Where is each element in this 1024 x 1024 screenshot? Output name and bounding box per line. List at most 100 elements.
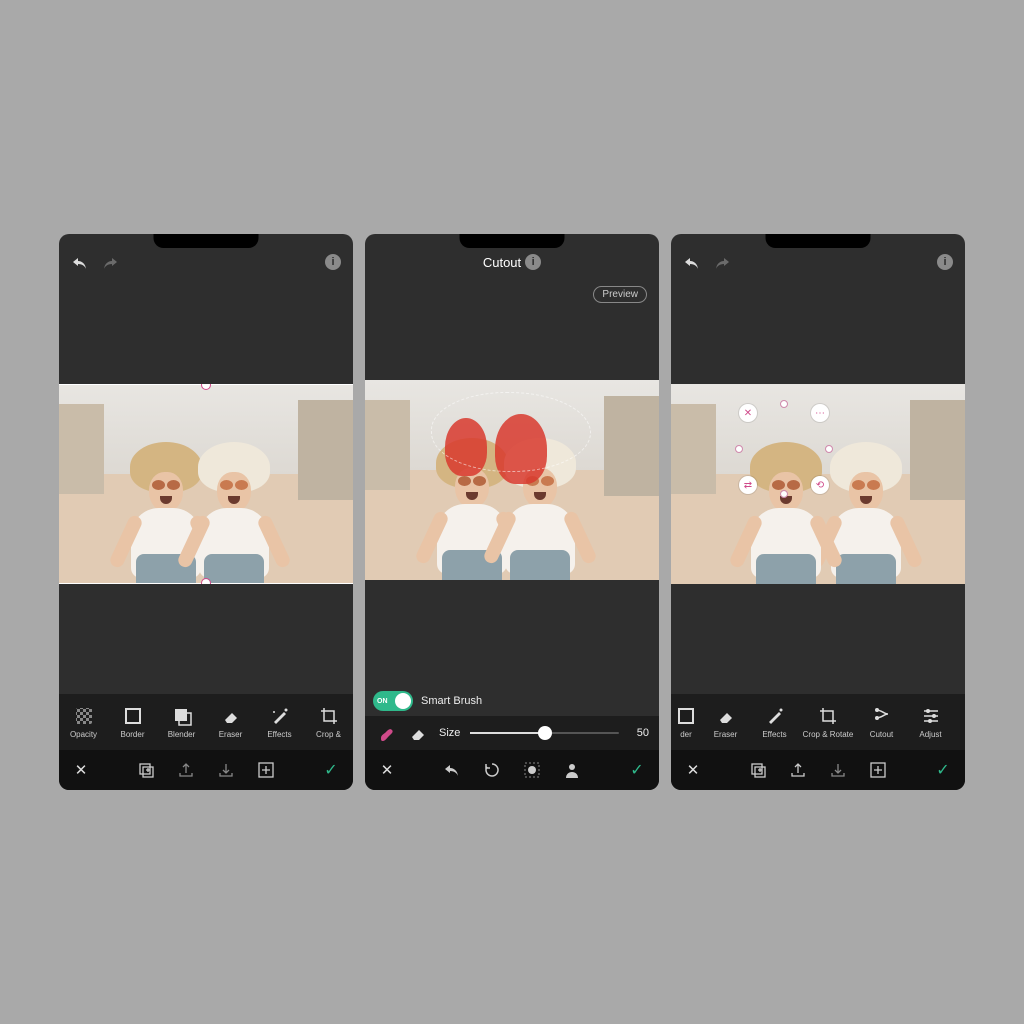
device-notch — [154, 234, 259, 248]
resize-handle[interactable] — [781, 401, 787, 407]
border-icon — [676, 706, 696, 726]
undo-icon[interactable] — [442, 760, 462, 780]
tool-blender[interactable]: Blender — [157, 694, 206, 750]
editor-canvas[interactable]: ⋯ ⇄ ⟲ — [671, 274, 965, 694]
screen-3-editor: i ⋯ ⇄ ⟲ der Eraser — [671, 234, 965, 790]
crop-icon — [818, 706, 838, 726]
tool-label: Eraser — [714, 730, 738, 739]
tool-row: der Eraser Effects Crop & Rotate Cutout … — [671, 694, 965, 750]
tool-label: Adjust — [919, 730, 941, 739]
cutout-icon — [872, 706, 892, 726]
confirm-icon[interactable]: ✓ — [321, 760, 341, 780]
crop-handle-bottom[interactable] — [202, 579, 210, 584]
export-icon[interactable] — [788, 760, 808, 780]
tool-border-partial[interactable]: der — [671, 694, 701, 750]
tool-label: Crop & Rotate — [803, 730, 854, 739]
action-bar: ✕ ✓ — [671, 750, 965, 790]
confirm-icon[interactable]: ✓ — [933, 760, 953, 780]
tool-label: der — [680, 730, 692, 739]
sticker-handle[interactable]: ⇄ — [739, 476, 757, 494]
effects-icon — [270, 706, 290, 726]
person-detect-icon[interactable] — [562, 760, 582, 780]
sticker-delete-icon[interactable] — [739, 404, 757, 422]
import-icon[interactable] — [828, 760, 848, 780]
screen-title: Cutout — [483, 255, 521, 270]
tool-adjust[interactable]: Adjust — [906, 694, 955, 750]
info-icon[interactable]: i — [937, 254, 953, 270]
size-value: 50 — [629, 727, 649, 739]
action-bar: ✕ ✓ — [59, 750, 353, 790]
eraser-icon — [716, 706, 736, 726]
tool-row: Opacity Border Blender Eraser Effects Cr… — [59, 694, 353, 750]
tool-border[interactable]: Border — [108, 694, 157, 750]
crop-handle-top[interactable] — [202, 384, 210, 389]
duplicate-icon[interactable] — [136, 760, 156, 780]
adjust-icon — [921, 706, 941, 726]
export-icon[interactable] — [176, 760, 196, 780]
tool-label: Eraser — [219, 730, 243, 739]
tool-effects[interactable]: Effects — [750, 694, 799, 750]
effects-icon — [765, 706, 785, 726]
tool-label: Effects — [762, 730, 786, 739]
size-slider[interactable] — [470, 732, 619, 734]
blender-icon — [172, 706, 192, 726]
undo-icon[interactable] — [683, 256, 701, 270]
screen-2-cutout: Cutout i Preview ON Smart Brush Size 5 — [365, 234, 659, 790]
size-label: Size — [439, 727, 460, 739]
reset-icon[interactable] — [482, 760, 502, 780]
resize-handle[interactable] — [826, 446, 832, 452]
close-icon[interactable]: ✕ — [683, 760, 703, 780]
smart-brush-label: Smart Brush — [421, 695, 482, 707]
tool-label: Border — [120, 730, 144, 739]
sticker-rotate-icon[interactable]: ⟲ — [811, 476, 829, 494]
tool-opacity[interactable]: Opacity — [59, 694, 108, 750]
photo[interactable] — [59, 384, 353, 584]
mask-preview-icon[interactable] — [522, 760, 542, 780]
info-icon[interactable]: i — [325, 254, 341, 270]
action-bar: ✕ ✓ — [365, 750, 659, 790]
device-notch — [460, 234, 565, 248]
editor-canvas[interactable] — [59, 274, 353, 694]
undo-icon[interactable] — [71, 256, 89, 270]
screen-1-editor: i Opacity Border Blender — [59, 234, 353, 790]
eraser-icon — [221, 706, 241, 726]
eraser-select-icon[interactable] — [407, 722, 429, 744]
import-icon[interactable] — [216, 760, 236, 780]
photo[interactable] — [365, 380, 659, 580]
close-icon[interactable]: ✕ — [377, 760, 397, 780]
tool-effects[interactable]: Effects — [255, 694, 304, 750]
sticker-transform-controls[interactable]: ⋯ ⇄ ⟲ — [739, 404, 829, 494]
add-icon[interactable] — [868, 760, 888, 780]
duplicate-icon[interactable] — [748, 760, 768, 780]
resize-handle[interactable] — [736, 446, 742, 452]
tool-label: Crop & — [316, 730, 341, 739]
smart-brush-row: ON Smart Brush — [365, 686, 659, 716]
photo[interactable]: ⋯ ⇄ ⟲ — [671, 384, 965, 584]
info-icon[interactable]: i — [525, 254, 541, 270]
redo-icon[interactable] — [713, 256, 731, 270]
tool-label: Opacity — [70, 730, 97, 739]
add-icon[interactable] — [256, 760, 276, 780]
tool-crop-rotate[interactable]: Crop & — [304, 694, 353, 750]
confirm-icon[interactable]: ✓ — [627, 760, 647, 780]
editor-canvas[interactable] — [365, 274, 659, 686]
tool-eraser[interactable]: Eraser — [701, 694, 750, 750]
tool-label: Effects — [267, 730, 291, 739]
tool-crop-rotate[interactable]: Crop & Rotate — [799, 694, 857, 750]
tool-label: Cutout — [870, 730, 894, 739]
crop-icon — [319, 706, 339, 726]
tool-eraser[interactable]: Eraser — [206, 694, 255, 750]
smart-brush-toggle[interactable]: ON — [373, 691, 413, 711]
opacity-icon — [74, 706, 94, 726]
border-icon — [123, 706, 143, 726]
tool-label: Blender — [168, 730, 196, 739]
redo-icon[interactable] — [101, 256, 119, 270]
brush-select-icon[interactable] — [375, 722, 397, 744]
brush-size-row: Size 50 — [365, 716, 659, 750]
resize-handle[interactable] — [781, 491, 787, 497]
close-icon[interactable]: ✕ — [71, 760, 91, 780]
device-notch — [766, 234, 871, 248]
tool-cutout[interactable]: Cutout — [857, 694, 906, 750]
crop-frame[interactable] — [59, 384, 353, 584]
sticker-handle[interactable]: ⋯ — [811, 404, 829, 422]
